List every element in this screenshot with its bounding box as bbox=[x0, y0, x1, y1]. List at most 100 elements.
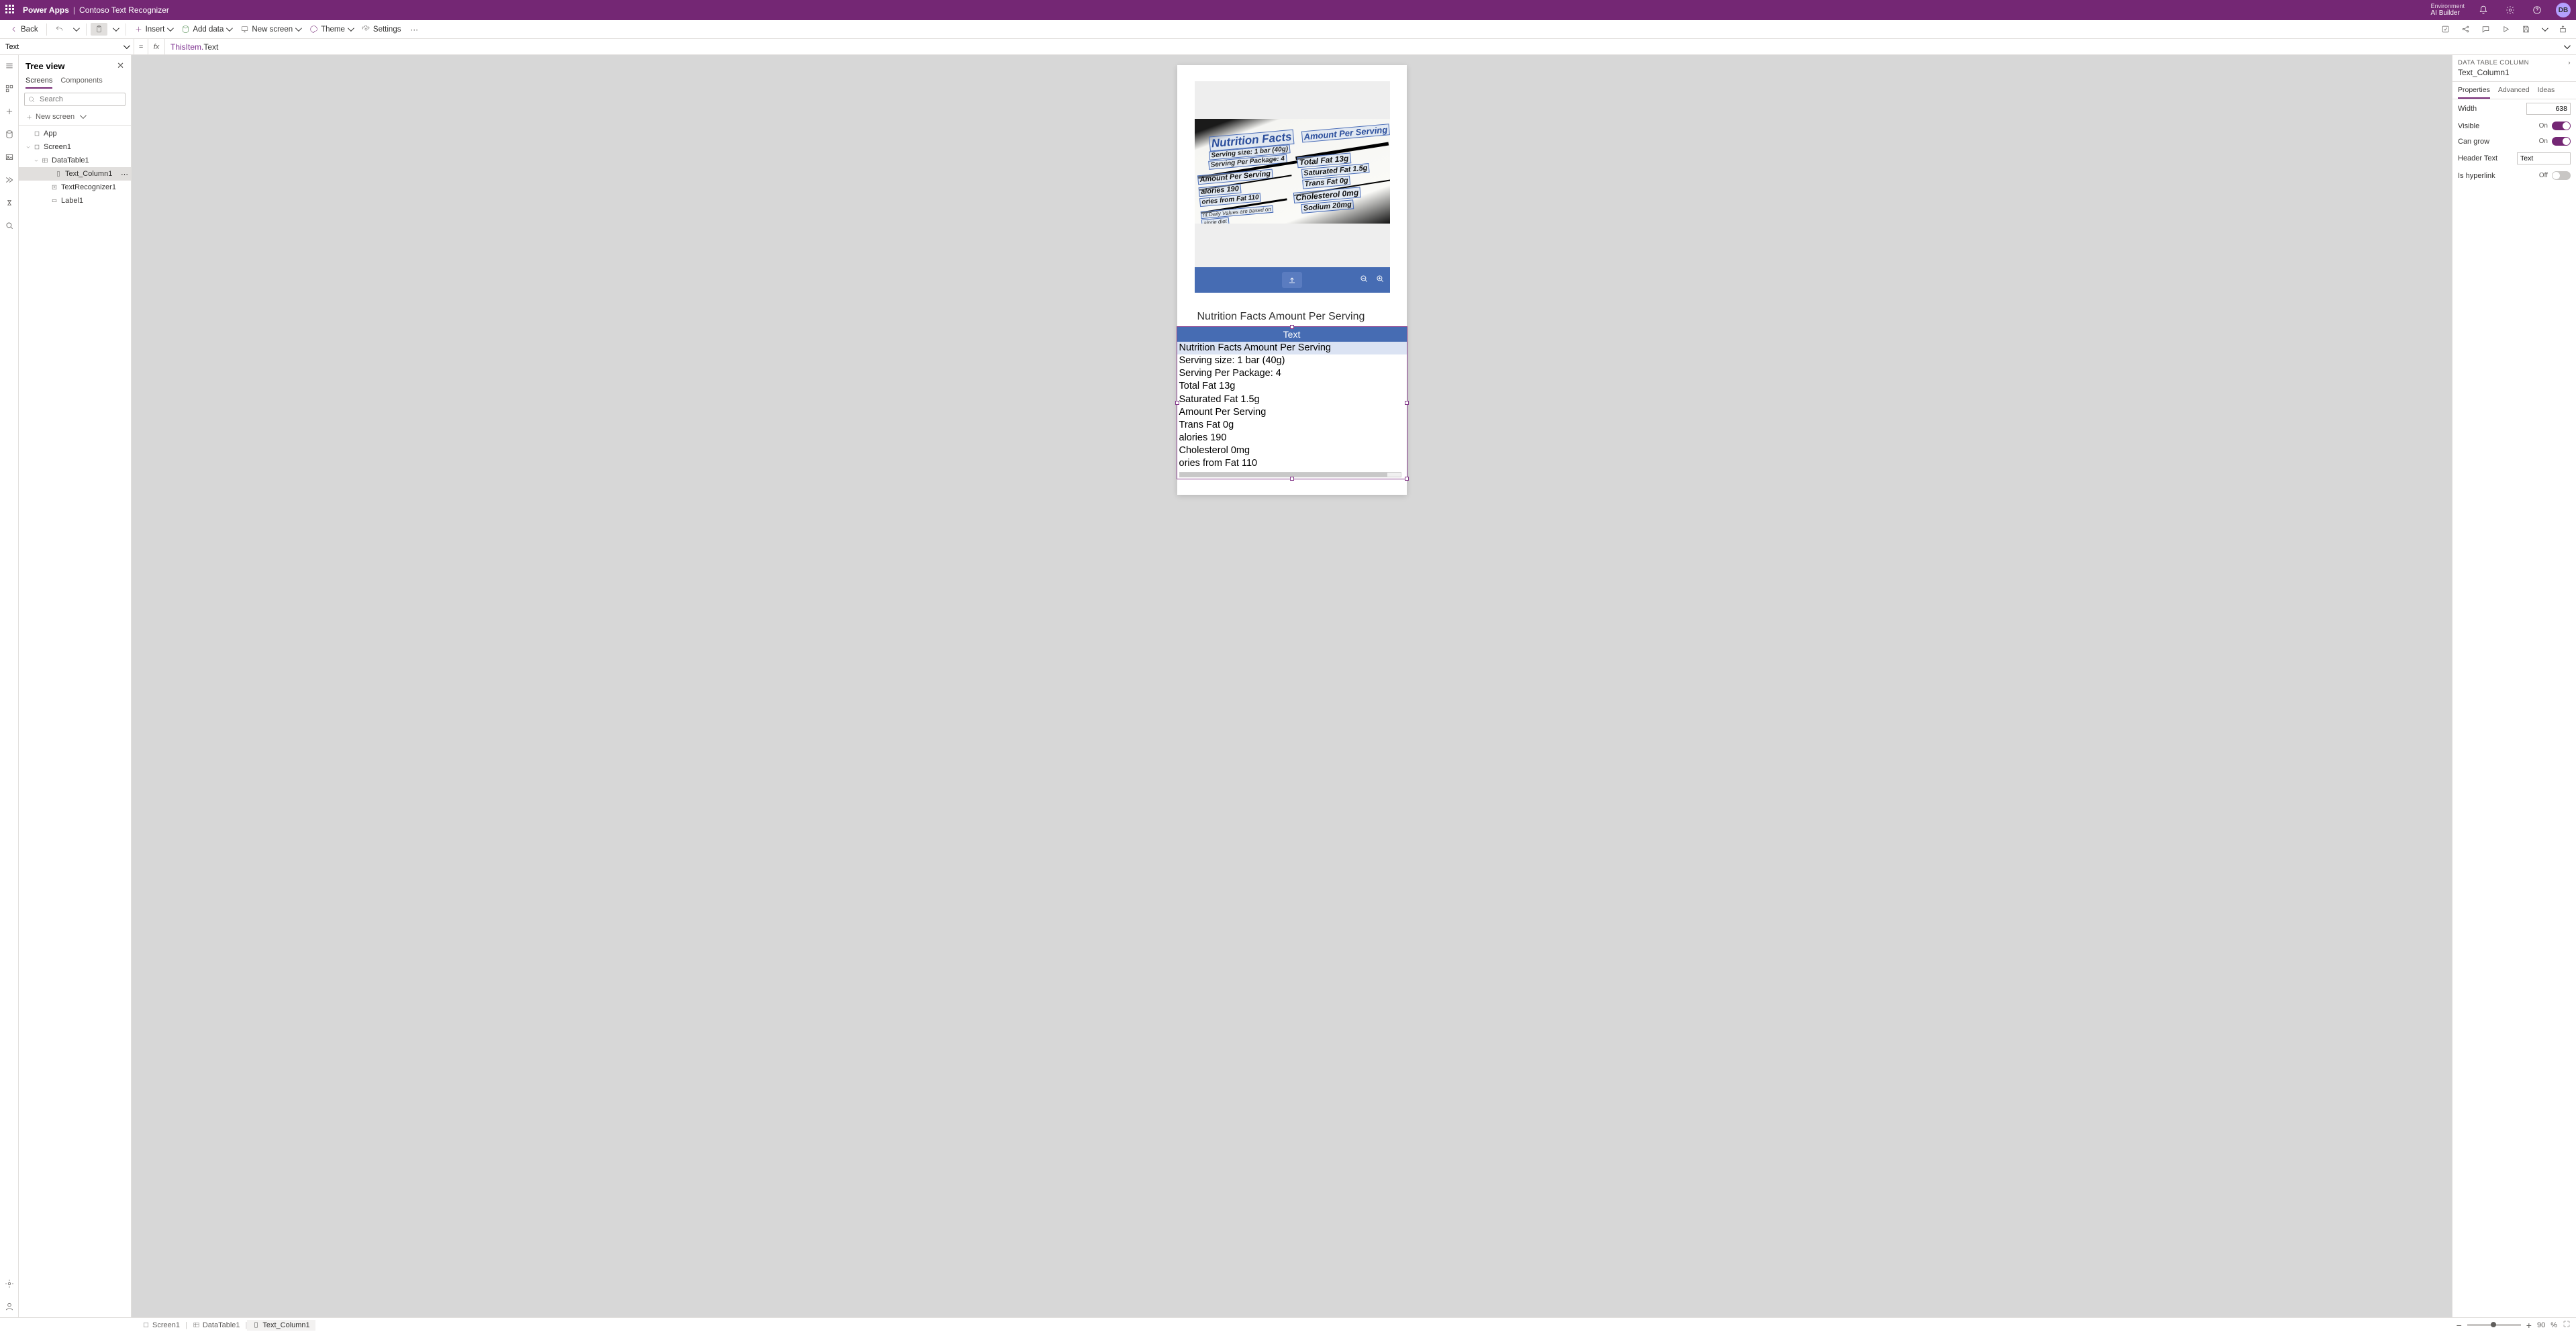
panel-chevron[interactable]: › bbox=[2568, 59, 2571, 66]
table-row[interactable]: Amount Per Serving bbox=[1177, 406, 1407, 419]
node-label: DataTable1 bbox=[52, 156, 89, 164]
add-data-button[interactable]: Add data bbox=[177, 23, 235, 36]
fx-button[interactable]: fx bbox=[148, 39, 165, 54]
text-recognizer-control[interactable]: Nutrition Facts Amount Per Serving Servi… bbox=[1195, 81, 1390, 293]
theme-button[interactable]: Theme bbox=[305, 23, 356, 36]
column-header[interactable]: Text bbox=[1177, 327, 1407, 342]
tree-search[interactable] bbox=[24, 93, 126, 106]
settings-ribbon-button[interactable]: Settings bbox=[358, 23, 405, 36]
zoom-in-icon[interactable] bbox=[1375, 274, 1385, 287]
tree-node-datatable1[interactable]: DataTable1 bbox=[19, 154, 131, 167]
settings-button[interactable] bbox=[2502, 2, 2518, 18]
breadcrumb-column[interactable]: Text_Column1 bbox=[247, 1320, 315, 1331]
tab-screens[interactable]: Screens bbox=[26, 77, 52, 89]
tree-node-label1[interactable]: Label1 bbox=[19, 194, 131, 207]
table-row[interactable]: Saturated Fat 1.5g bbox=[1177, 393, 1407, 406]
tree-new-screen-button[interactable]: New screen bbox=[19, 110, 131, 124]
node-label: TextRecognizer1 bbox=[61, 183, 116, 191]
datatable-control[interactable]: Text Nutrition Facts Amount Per Serving … bbox=[1177, 327, 1407, 479]
node-more-icon[interactable]: ⋯ bbox=[121, 170, 128, 179]
formula-expand-button[interactable] bbox=[2556, 43, 2576, 51]
formula-prefix: ThisItem. bbox=[170, 42, 203, 52]
tab-advanced[interactable]: Advanced bbox=[2498, 86, 2530, 99]
table-row[interactable]: Cholesterol 0mg bbox=[1177, 444, 1407, 457]
visible-toggle[interactable] bbox=[2552, 122, 2571, 130]
headertext-input[interactable] bbox=[2517, 152, 2571, 164]
divider bbox=[86, 23, 87, 36]
chevron-down-icon bbox=[226, 26, 231, 34]
upload-button[interactable] bbox=[1282, 272, 1302, 288]
table-row[interactable]: Trans Fat 0g bbox=[1177, 419, 1407, 432]
paste-chevron[interactable] bbox=[109, 23, 121, 36]
horizontal-scrollbar[interactable] bbox=[1179, 472, 1401, 477]
ai-builder-button[interactable] bbox=[2437, 21, 2453, 38]
more-ribbon-button[interactable]: ⋯ bbox=[406, 23, 422, 36]
tab-properties[interactable]: Properties bbox=[2458, 86, 2490, 99]
preview-button[interactable] bbox=[2497, 21, 2514, 38]
zoom-out-icon[interactable] bbox=[1359, 274, 1369, 287]
share-button[interactable] bbox=[2457, 21, 2473, 38]
media-rail-icon[interactable] bbox=[3, 150, 16, 164]
canvas[interactable]: Nutrition Facts Amount Per Serving Servi… bbox=[132, 55, 2452, 1317]
table-row[interactable]: ories from Fat 110 bbox=[1177, 457, 1407, 470]
ishyperlink-toggle[interactable] bbox=[2552, 171, 2571, 180]
tree-node-app[interactable]: App bbox=[19, 127, 131, 140]
insert-button[interactable]: Insert bbox=[130, 23, 177, 36]
virtual-agent-icon[interactable] bbox=[3, 1300, 16, 1313]
publish-button[interactable] bbox=[2555, 21, 2571, 38]
power-automate-icon[interactable] bbox=[3, 173, 16, 187]
add-data-label: Add data bbox=[193, 26, 224, 34]
variables-icon[interactable] bbox=[3, 196, 16, 209]
tree-node-screen1[interactable]: Screen1 bbox=[19, 140, 131, 154]
zoom-slider[interactable] bbox=[2467, 1324, 2521, 1326]
insert-rail-icon[interactable] bbox=[3, 105, 16, 118]
notifications-button[interactable] bbox=[2475, 2, 2491, 18]
tab-components[interactable]: Components bbox=[60, 77, 102, 89]
paste-button[interactable] bbox=[91, 23, 107, 36]
tab-ideas[interactable]: Ideas bbox=[2538, 86, 2555, 99]
zoom-out-button[interactable]: − bbox=[2457, 1320, 2462, 1331]
table-row[interactable]: alories 190 bbox=[1177, 432, 1407, 444]
user-avatar[interactable]: DB bbox=[2556, 3, 2571, 17]
data-rail-icon[interactable] bbox=[3, 128, 16, 141]
app-screen[interactable]: Nutrition Facts Amount Per Serving Servi… bbox=[1177, 65, 1407, 495]
zoom-in-button[interactable]: + bbox=[2526, 1320, 2532, 1331]
datatable-body[interactable]: Nutrition Facts Amount Per Serving Servi… bbox=[1177, 342, 1407, 479]
save-button[interactable] bbox=[2518, 21, 2534, 38]
hamburger-icon[interactable] bbox=[3, 59, 16, 73]
table-row[interactable]: Nutrition Facts Amount Per Serving bbox=[1177, 342, 1407, 354]
cangrow-toggle[interactable] bbox=[2552, 137, 2571, 146]
prop-label: Visible bbox=[2458, 122, 2479, 130]
table-row[interactable]: Total Fat 13g bbox=[1177, 380, 1407, 393]
save-chevron[interactable] bbox=[2538, 23, 2550, 36]
app-launcher-icon[interactable] bbox=[5, 5, 16, 15]
tree-view-icon[interactable] bbox=[3, 82, 16, 95]
environment-picker[interactable]: EnvironmentAI Builder bbox=[2426, 3, 2465, 17]
comments-button[interactable] bbox=[2477, 21, 2493, 38]
new-screen-label: New screen bbox=[252, 26, 293, 34]
back-button[interactable]: Back bbox=[5, 23, 42, 36]
breadcrumb-datatable[interactable]: DataTable1 bbox=[187, 1320, 246, 1331]
label1-control[interactable]: Nutrition Facts Amount Per Serving bbox=[1197, 311, 1365, 323]
brand-label: Power Apps bbox=[23, 5, 69, 15]
property-selector[interactable]: Text bbox=[0, 39, 134, 54]
search-rail-icon[interactable] bbox=[3, 219, 16, 232]
tree-node-textcolumn1[interactable]: Text_Column1 ⋯ bbox=[19, 167, 131, 181]
fit-to-window-button[interactable] bbox=[2563, 1320, 2571, 1330]
formula-input[interactable]: ThisItem.Text bbox=[165, 39, 2556, 54]
prop-visible: Visible On bbox=[2453, 118, 2576, 134]
tree-node-textrecognizer1[interactable]: TextRecognizer1 bbox=[19, 181, 131, 194]
table-row[interactable]: Serving Per Package: 4 bbox=[1177, 367, 1407, 380]
undo-button[interactable] bbox=[51, 23, 68, 36]
new-screen-button[interactable]: New screen bbox=[236, 23, 304, 36]
toggle-state-label: On bbox=[2539, 122, 2548, 130]
tree-search-input[interactable] bbox=[24, 93, 126, 106]
width-input[interactable] bbox=[2526, 103, 2571, 115]
help-button[interactable] bbox=[2529, 2, 2545, 18]
breadcrumb-screen[interactable]: Screen1 bbox=[137, 1320, 185, 1331]
left-rail bbox=[0, 55, 19, 1317]
table-row[interactable]: Serving size: 1 bar (40g) bbox=[1177, 354, 1407, 367]
settings-rail-icon[interactable] bbox=[3, 1277, 16, 1290]
undo-chevron[interactable] bbox=[69, 23, 82, 36]
close-tree-button[interactable]: ✕ bbox=[117, 60, 124, 71]
